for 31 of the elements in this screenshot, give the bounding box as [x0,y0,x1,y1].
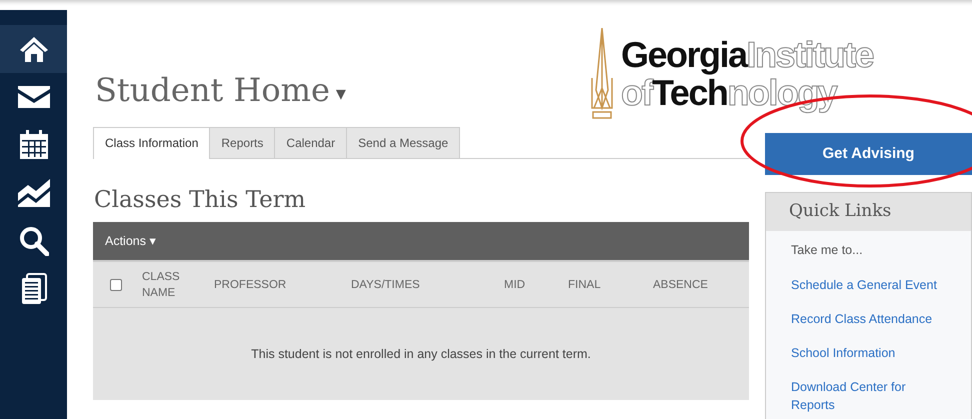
actions-dropdown[interactable]: Actions ▾ [105,232,156,251]
quick-link[interactable]: School Information [791,344,951,362]
tab[interactable]: Reports [210,126,276,158]
column-header: PROFESSOR [214,278,288,293]
empty-table-message: This student is not enrolled in any classes in the current term. [93,308,749,400]
tab[interactable]: Send a Message [347,126,460,158]
quick-link[interactable]: Schedule a General Event [791,276,951,294]
column-header: ABSENCE [653,278,709,293]
quick-link[interactable]: Download Center for Reports [791,378,951,414]
checkbox[interactable] [110,278,122,291]
mail-icon [18,86,50,108]
tab[interactable]: Calendar [275,126,348,158]
panel-title: Quick Links [766,193,971,231]
column-header: FINAL [568,278,602,293]
section-title: Classes This Term [94,186,307,214]
page-title: Student Home [95,71,330,109]
search-icon [18,226,48,256]
tab[interactable]: Class Information [93,126,210,159]
sidebar-button[interactable] [0,25,67,73]
column-header: DAYS/TIMES [351,278,421,293]
column-header: MID [504,278,526,293]
calendar-icon [18,130,48,160]
column-header: CLASS NAME [142,270,181,301]
quick-link[interactable]: Record Class Attendance [791,310,951,328]
get-advising-button[interactable]: Get Advising [765,133,972,175]
documents-icon [20,273,46,305]
home-icon [18,35,48,63]
caret-icon[interactable]: ▾ [336,80,346,105]
spire-logo-icon [590,28,614,120]
area-chart-icon [18,179,50,207]
panel-intro: Take me to... [791,242,864,259]
